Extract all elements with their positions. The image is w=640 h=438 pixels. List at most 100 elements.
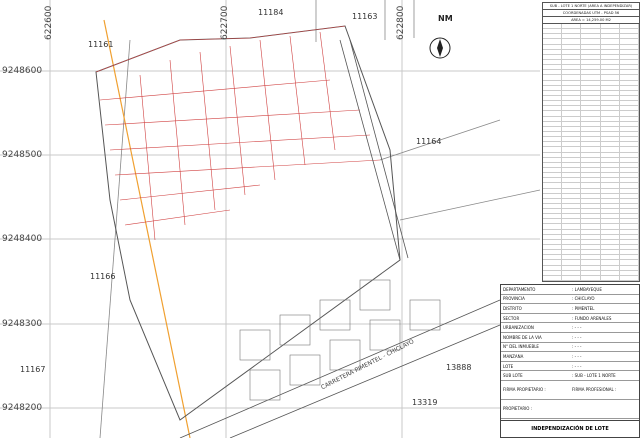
table-cell <box>601 188 620 193</box>
table-cell <box>543 255 563 260</box>
table-cell <box>543 90 563 95</box>
table-cell <box>620 214 639 219</box>
table-cell <box>620 95 639 101</box>
table-cell <box>601 101 620 106</box>
table-cell <box>562 239 582 245</box>
table-cell <box>601 255 620 260</box>
info-row: DISTRITO: PIMENTEL <box>501 304 639 314</box>
table-cell <box>601 173 620 178</box>
table-cell <box>543 106 563 111</box>
table-cell <box>562 101 582 106</box>
table-area: AREA = 14,259.00 M2 <box>543 17 639 24</box>
table-cell <box>543 126 563 131</box>
table-cell <box>562 234 582 239</box>
plan-title: INDEPENDIZACIÓN DE LOTE <box>500 420 640 438</box>
info-label: SUB LOTE <box>503 373 523 379</box>
table-cell <box>562 34 582 39</box>
table-title: SUB - LOTE 1 NORTE (AREA A INDEPENDIZAR) <box>543 3 639 10</box>
table-cell <box>543 219 563 224</box>
table-cell <box>601 193 620 198</box>
table-cell <box>601 90 620 95</box>
info-value: : LAMBAYEQUE <box>572 286 602 292</box>
firma-propietario: FIRMA PROPIETARIO : <box>503 387 546 393</box>
table-cell <box>543 116 563 121</box>
info-label: PROVINCIA <box>503 296 525 302</box>
table-cell <box>620 34 639 39</box>
info-label: MANZANA <box>503 353 524 359</box>
table-cell <box>543 214 563 219</box>
table-cell <box>562 80 582 85</box>
table-cell <box>620 178 639 183</box>
table-cell <box>562 49 582 54</box>
table-cell <box>562 245 582 250</box>
table-cell <box>581 203 601 209</box>
table-cell <box>581 173 601 178</box>
table-cell <box>601 116 620 121</box>
table-cell <box>562 203 582 209</box>
table-cell <box>543 59 563 65</box>
table-cell <box>562 152 582 157</box>
table-cell <box>543 137 563 142</box>
table-cell <box>562 275 582 281</box>
table-cell <box>620 255 639 260</box>
parcel-number: 13319 <box>412 398 438 407</box>
info-value: : FUNDO ARENALES <box>572 315 612 321</box>
table-cell <box>601 24 620 29</box>
table-cell <box>562 188 582 193</box>
table-cell <box>601 54 620 59</box>
table-cell <box>562 44 582 49</box>
firma-profesional: FIRMA PROFESIONAL : <box>572 387 617 393</box>
info-value: : CHICLAYO <box>572 296 595 302</box>
table-cell <box>601 106 620 111</box>
table-cell <box>562 29 582 34</box>
table-cell <box>581 183 601 188</box>
table-cell <box>543 39 563 44</box>
table-cell <box>620 111 639 116</box>
table-cell <box>562 162 582 167</box>
info-label: LOTE <box>503 363 514 369</box>
table-cell <box>601 209 620 214</box>
table-cell <box>601 80 620 85</box>
table-cell <box>543 275 563 281</box>
table-cell <box>581 281 600 282</box>
table-cell <box>562 106 582 111</box>
table-cell <box>620 203 639 209</box>
table-cell <box>562 126 582 131</box>
table-cell <box>601 65 620 70</box>
table-cell <box>543 44 563 49</box>
table-cell <box>581 44 601 49</box>
table-cell <box>601 270 620 275</box>
table-cell <box>543 85 563 90</box>
table-cell <box>620 116 639 121</box>
table-cell <box>620 193 639 198</box>
table-cell <box>581 111 601 116</box>
table-cell <box>620 59 639 65</box>
table-cell <box>601 234 620 239</box>
info-label: DEPARTAMENTO <box>503 286 536 292</box>
table-cell <box>543 34 563 39</box>
table-cell <box>581 260 601 265</box>
table-cell <box>562 157 582 162</box>
table-row <box>543 281 639 282</box>
table-cell <box>581 137 601 142</box>
table-cell <box>562 121 582 126</box>
table-cell <box>581 147 601 152</box>
table-cell <box>543 234 563 239</box>
table-cell <box>601 147 620 152</box>
table-cell <box>581 126 601 131</box>
info-row: LOTE: - - - <box>501 362 639 372</box>
table-cell <box>581 209 601 214</box>
parcel-number: 11167 <box>20 365 46 374</box>
table-cell <box>620 224 639 229</box>
table-cell <box>562 209 582 214</box>
table-cell <box>601 219 620 224</box>
table-cell <box>581 239 601 245</box>
table-cell <box>581 106 601 111</box>
table-cell <box>601 260 620 265</box>
table-cell <box>562 183 582 188</box>
table-cell <box>601 85 620 90</box>
table-cell <box>562 70 582 75</box>
table-cell <box>543 224 563 229</box>
table-cell <box>620 260 639 265</box>
info-row: MANZANA: - - - <box>501 352 639 362</box>
